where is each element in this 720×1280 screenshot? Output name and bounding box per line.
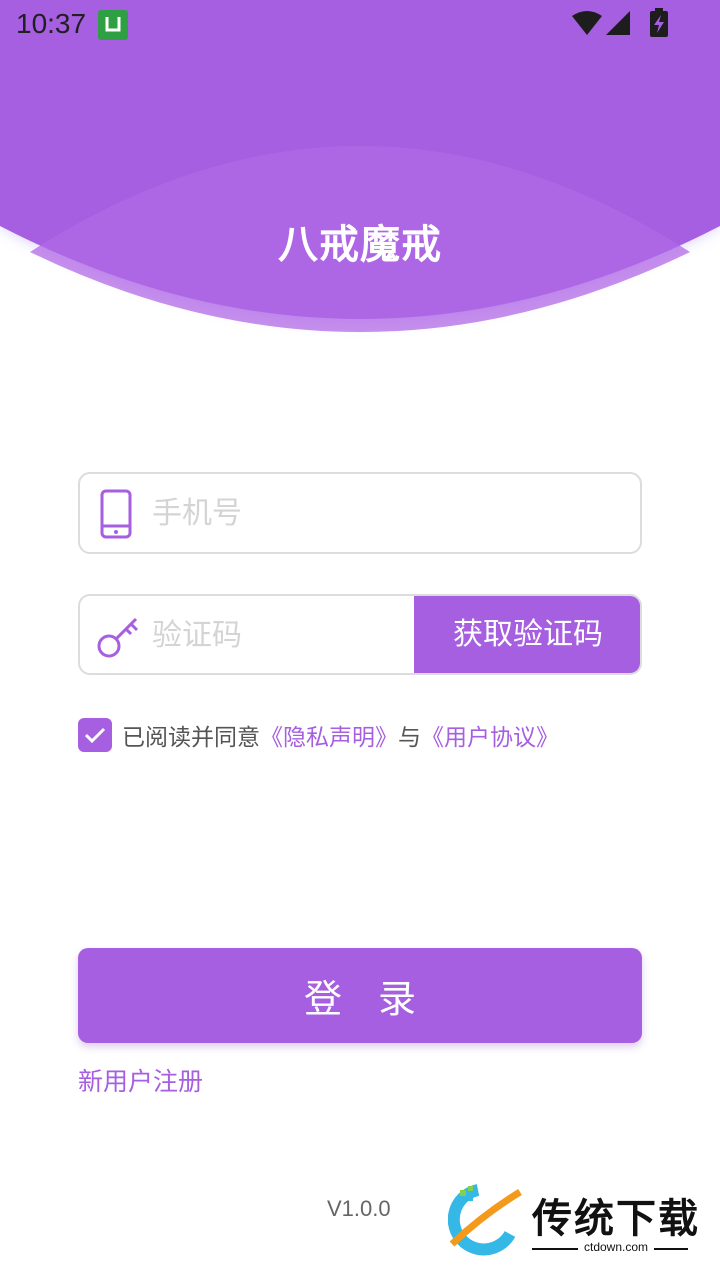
agreement-connector: 与 — [398, 725, 421, 751]
verification-code-field: 获取验证码 — [78, 594, 642, 675]
check-icon — [84, 727, 106, 744]
signal-icon — [606, 11, 630, 35]
phone-input[interactable] — [152, 474, 622, 552]
phone-icon — [96, 488, 136, 544]
agreement-text: 已阅读并同意《隐私声明》与《用户协议》 — [122, 718, 559, 752]
watermark-domain: ctdown.com — [578, 1240, 655, 1254]
status-icons — [572, 8, 668, 37]
header-background — [0, 0, 720, 340]
app-title: 八戒魔戒 — [278, 222, 442, 268]
version-label: V1.0.0 — [327, 1196, 391, 1221]
agreement-checkbox[interactable] — [78, 718, 112, 752]
login-button[interactable]: 登录 — [78, 948, 642, 1043]
status-bar: 10:37 — [0, 0, 720, 48]
wifi-icon — [572, 11, 602, 35]
verification-code-input[interactable] — [152, 596, 412, 673]
terms-link[interactable]: 《用户协议》 — [421, 725, 559, 751]
agreement-prefix: 已阅读并同意 — [122, 725, 260, 751]
agreement-row: 已阅读并同意《隐私声明》与《用户协议》 — [78, 717, 559, 753]
get-code-button[interactable]: 获取验证码 — [414, 596, 640, 673]
battery-charging-icon — [650, 8, 668, 37]
register-link[interactable]: 新用户注册 — [78, 1062, 203, 1098]
phone-field — [78, 472, 642, 554]
privacy-link[interactable]: 《隐私声明》 — [260, 725, 398, 751]
app-notification-icon — [98, 10, 128, 40]
watermark-logo-icon — [448, 1184, 522, 1256]
status-time: 10:37 — [16, 8, 87, 39]
key-icon — [96, 610, 142, 664]
watermark-brand: 传统下载 — [532, 1196, 700, 1242]
watermark: 传统下载 ctdown.com — [448, 1182, 698, 1262]
